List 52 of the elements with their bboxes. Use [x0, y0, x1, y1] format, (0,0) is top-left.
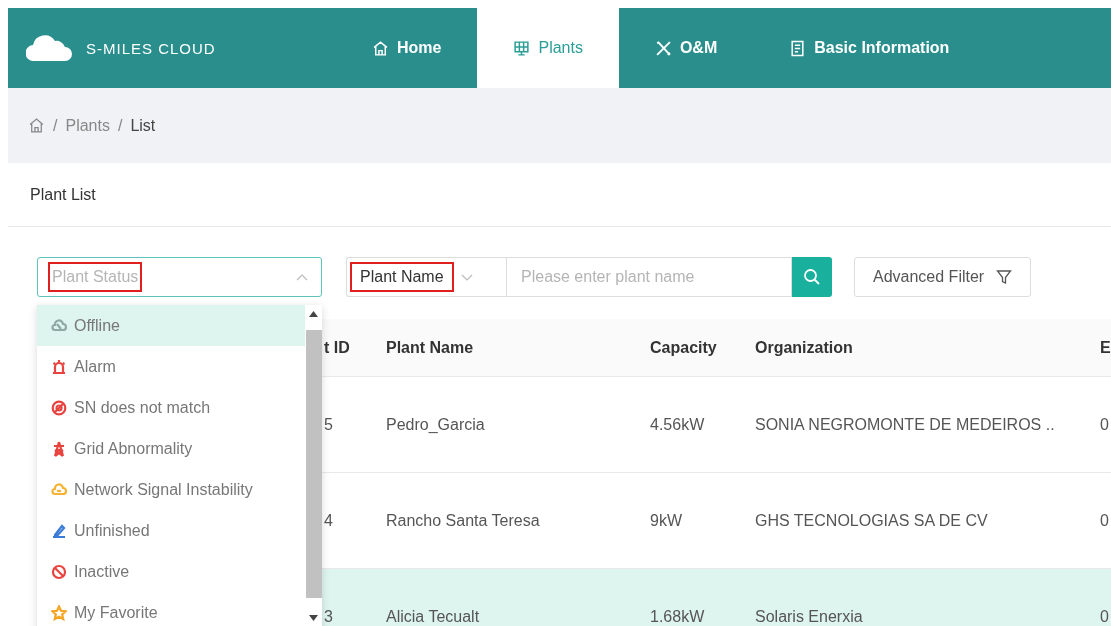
search-type-value: Plant Name	[350, 262, 454, 292]
table-cell-text: Solaris Enerxia	[755, 607, 864, 626]
breadcrumb-separator: /	[117, 116, 123, 135]
document-icon	[789, 39, 807, 57]
search-icon	[803, 268, 821, 286]
column-header: Plant Name	[386, 338, 475, 357]
table-cell-text: 4.56kW	[650, 415, 706, 434]
table-cell-text: 9kW	[650, 511, 683, 530]
nav-tab[interactable]: Basic Information	[753, 8, 986, 88]
plant-name-input[interactable]: Please enter plant name	[506, 257, 792, 297]
status-option[interactable]: My Favorite	[37, 592, 305, 626]
table-cell-text: SONIA NEGROMONTE DE MEDEIROS ..	[755, 415, 1056, 434]
status-option[interactable]: Offline	[37, 305, 305, 346]
table-cell-text: 5	[324, 415, 334, 434]
filter-icon	[996, 269, 1013, 285]
cloud-logo-icon	[26, 35, 72, 61]
nav-tab[interactable]: Home	[336, 8, 478, 88]
search-button[interactable]	[792, 257, 832, 297]
home-icon	[372, 39, 389, 57]
column-header: t ID	[324, 338, 351, 357]
table-cell-text: 0	[1100, 415, 1110, 434]
status-option[interactable]: SN does not match	[37, 387, 305, 428]
scroll-down-icon[interactable]	[309, 615, 318, 621]
search-type-select[interactable]: Plant Name	[346, 257, 506, 297]
scrollbar-thumb[interactable]	[306, 330, 322, 598]
nav-tab[interactable]: O&M	[618, 8, 754, 88]
table-cell-text: Rancho Santa Teresa	[386, 511, 541, 530]
column-header: Capacity	[650, 338, 718, 357]
table-cell-text: 0	[1100, 607, 1110, 626]
breadcrumb-separator: /	[53, 116, 58, 135]
home-icon[interactable]	[28, 117, 45, 134]
nav-tab[interactable]: Plants	[477, 8, 619, 88]
card-title: Plant List	[30, 185, 96, 204]
plant-status-placeholder: Plant Status	[48, 262, 143, 292]
table-cell-text: Pedro_Garcia	[386, 415, 486, 434]
scroll-up-icon[interactable]	[309, 311, 318, 317]
advanced-filter-button[interactable]: Advanced Filter	[854, 257, 1032, 297]
column-header: Organization	[755, 338, 854, 357]
status-option[interactable]: Grid Abnormality	[37, 428, 305, 469]
status-option[interactable]: Unfinished	[37, 510, 305, 551]
solar-panel-icon	[513, 39, 531, 57]
breadcrumb-item[interactable]: Plants	[65, 116, 110, 135]
table-cell-text: 3	[324, 607, 334, 626]
table-cell-text: 0	[1100, 511, 1110, 530]
tools-icon	[654, 39, 672, 57]
breadcrumb-item: List	[130, 116, 156, 135]
logo-text: S-MILES CLOUD	[86, 39, 216, 57]
column-header: E	[1100, 338, 1111, 357]
table-cell-text: 1.68kW	[650, 607, 706, 626]
table-cell-text: Alicia Tecualt	[386, 607, 481, 626]
table-cell-text: GHS TECNOLOGIAS SA DE CV	[755, 511, 989, 530]
table-cell-text: 4	[324, 511, 334, 530]
